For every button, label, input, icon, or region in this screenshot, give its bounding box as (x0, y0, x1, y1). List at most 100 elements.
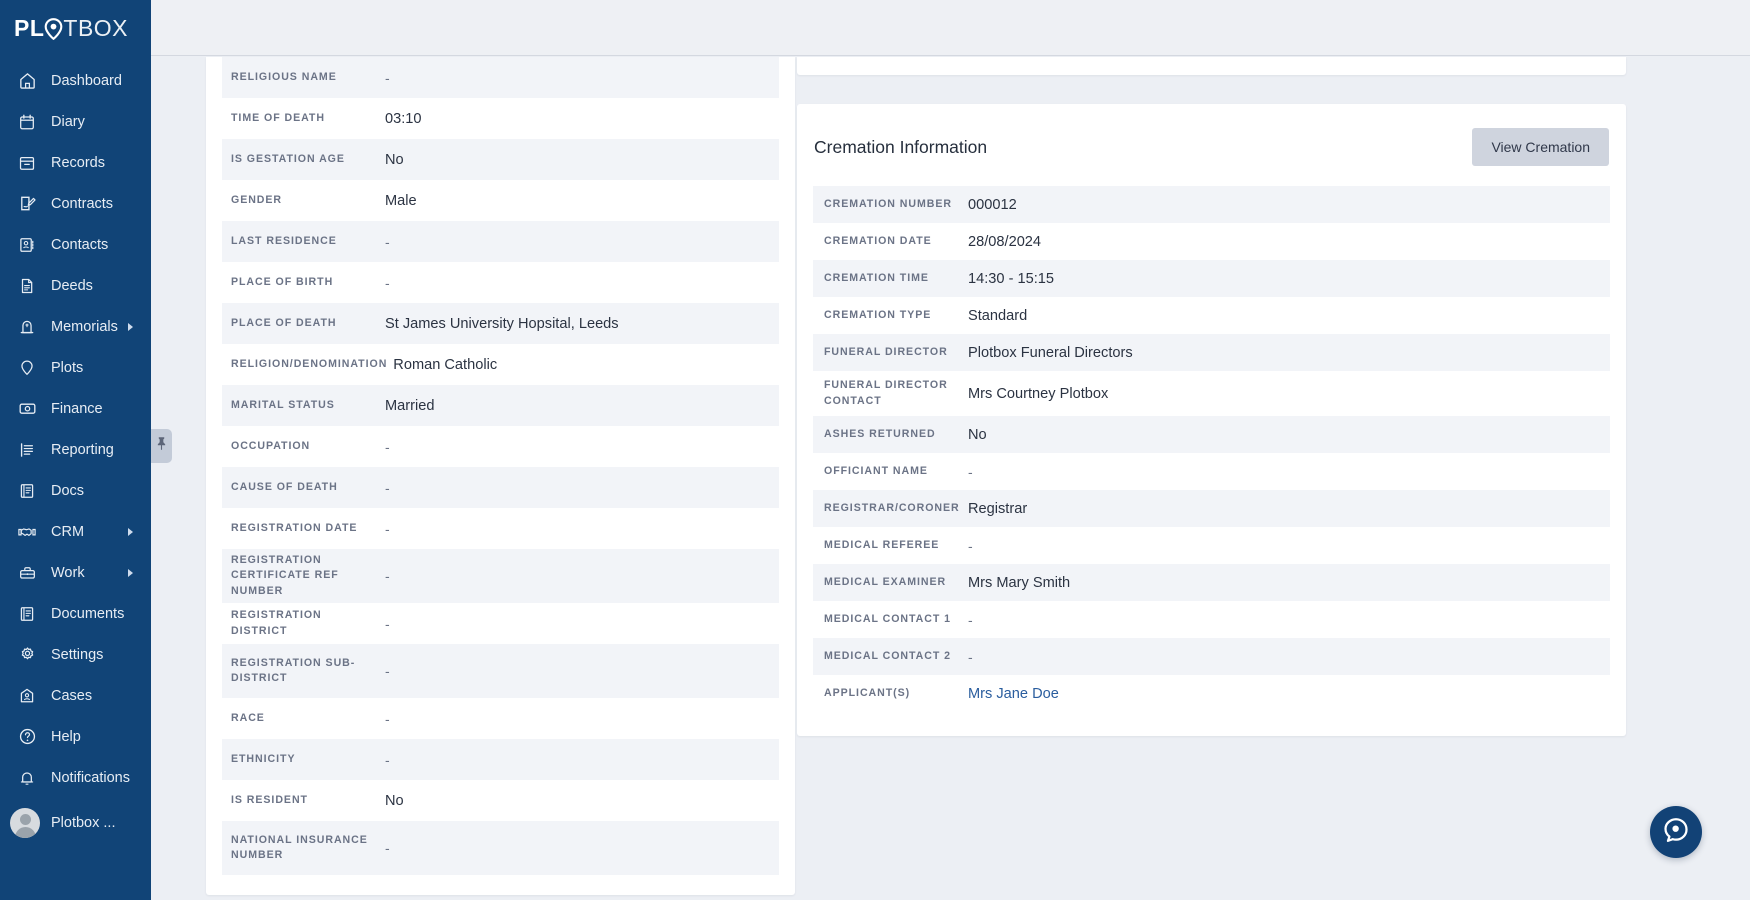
plotbox-logo[interactable]: PL TBOX (0, 0, 151, 56)
sidebar-item-memorials[interactable]: Memorials (0, 306, 151, 347)
calendar-icon (16, 111, 38, 133)
sidebar-item-label: CRM (51, 523, 85, 540)
detail-row-key: RELIGION/DENOMINATION (231, 357, 388, 370)
detail-row-key: CREMATION TYPE (824, 308, 932, 321)
detail-row-value: - (385, 233, 390, 250)
detail-row: APPLICANT(S) Mrs Jane Doe (813, 675, 1610, 712)
detail-row-value: - (385, 840, 390, 856)
home-icon (16, 70, 38, 92)
detail-row-key: REGISTRATION DISTRICT (231, 609, 322, 637)
location-pin-icon (44, 17, 63, 40)
chevron-right-icon (128, 527, 133, 536)
detail-row-value: - (968, 537, 973, 554)
sidebar-item-label: Work (51, 564, 85, 581)
sidebar-item-label: Records (51, 154, 105, 171)
detail-row: ASHES RETURNED No (813, 416, 1610, 453)
sidebar-item-records[interactable]: Records (0, 142, 151, 183)
detail-row-key: CREMATION NUMBER (824, 197, 952, 210)
sidebar-item-reporting[interactable]: Reporting (0, 429, 151, 470)
sidebar-item-label: Memorials (51, 318, 118, 335)
sidebar-item-contracts[interactable]: Contracts (0, 183, 151, 224)
detail-row: RELIGION/DENOMINATION Roman Catholic (222, 344, 779, 385)
sidebar-item-dashboard[interactable]: Dashboard (0, 60, 151, 101)
detail-row-key: RELIGIOUS NAME (231, 70, 337, 83)
sidebar-item-finance[interactable]: Finance (0, 388, 151, 429)
detail-row-value: - (385, 663, 390, 679)
book-icon (16, 480, 38, 502)
pin-icon (156, 436, 167, 456)
detail-row-key: GENDER (231, 193, 283, 206)
detail-row: MEDICAL REFEREE - (813, 527, 1610, 564)
detail-row: MEDICAL CONTACT 1 - (813, 601, 1610, 638)
detail-row-key: ETHNICITY (231, 752, 296, 765)
sidebar-item-crm[interactable]: CRM (0, 511, 151, 552)
detail-row: IS RESIDENT No (222, 780, 779, 821)
right-column: Cremation Information View Cremation CRE… (769, 57, 1750, 900)
archive-box-icon (16, 152, 38, 174)
detail-row-key: MEDICAL CONTACT 2 (824, 649, 951, 662)
partial-card-above (797, 57, 1626, 75)
detail-row-value: 03:10 (385, 110, 422, 127)
sidebar-item-plots[interactable]: Plots (0, 347, 151, 388)
detail-row: CREMATION DATE 28/08/2024 (813, 223, 1610, 260)
sidebar-item-cases[interactable]: Cases (0, 675, 151, 716)
detail-row: IS GESTATION AGE No (222, 139, 779, 180)
sidebar-user-profile[interactable]: Plotbox ... (0, 800, 151, 846)
sidebar-item-label: Contracts (51, 195, 114, 212)
detail-row: CREMATION NUMBER 000012 (813, 186, 1610, 223)
detail-row: MEDICAL CONTACT 2 - (813, 638, 1610, 675)
detail-row-key: FUNERAL DIRECTOR (824, 345, 948, 358)
address-book-icon (16, 234, 38, 256)
sidebar-user-label: Plotbox ... (51, 815, 116, 831)
sidebar-item-diary[interactable]: Diary (0, 101, 151, 142)
detail-row: PLACE OF BIRTH - (222, 262, 779, 303)
detail-row-key: FUNERAL DIRECTOR CONTACT (824, 379, 948, 407)
sidebar-item-label: Dashboard (51, 72, 122, 89)
detail-row: FUNERAL DIRECTOR Plotbox Funeral Director… (813, 334, 1610, 371)
document-icon (16, 275, 38, 297)
sidebar-item-label: Finance (51, 400, 103, 417)
left-column: RELIGIOUS NAME - TIME OF DEATH 03:10 IS GEST… (151, 57, 795, 900)
report-lines-icon (16, 439, 38, 461)
view-cremation-button[interactable]: View Cremation (1472, 128, 1609, 166)
headstone-icon (16, 316, 38, 338)
detail-row-value: No (385, 792, 404, 809)
page-top-strip (151, 0, 1750, 56)
sidebar-item-settings[interactable]: Settings (0, 634, 151, 675)
chevron-right-icon (128, 322, 133, 331)
sidebar-pin-toggle[interactable] (151, 429, 172, 463)
map-pin-icon (16, 357, 38, 379)
sidebar-item-label: Diary (51, 113, 85, 130)
sidebar-item-label: Plots (51, 359, 84, 376)
detail-row: NATIONAL INSURANCE NUMBER - (222, 821, 779, 875)
detail-row-value-link[interactable]: Mrs Jane Doe (968, 686, 1610, 702)
detail-row-value: - (385, 751, 390, 768)
detail-row-value: Roman Catholic (393, 356, 498, 373)
help-chat-fab[interactable] (1650, 806, 1702, 858)
sidebar-item-label: Documents (51, 605, 125, 622)
sidebar-item-notifications[interactable]: Notifications (0, 757, 151, 798)
detail-row-value: Registrar (968, 500, 1028, 517)
detail-row-value: - (968, 611, 973, 628)
toolbox-icon (16, 562, 38, 584)
detail-row-value: - (385, 615, 390, 632)
sidebar-item-label: Settings (51, 646, 104, 663)
detail-row: REGISTRATION DISTRICT - (222, 603, 779, 644)
detail-row-value: Mrs Courtney Plotbox (968, 385, 1109, 402)
sidebar-item-docs[interactable]: Docs (0, 470, 151, 511)
detail-row-key: MARITAL STATUS (231, 398, 335, 411)
detail-row: REGISTRATION SUB-DISTRICT - (222, 644, 779, 698)
sidebar-item-deeds[interactable]: Deeds (0, 265, 151, 306)
sidebar-item-documents[interactable]: Documents (0, 593, 151, 634)
deceased-details-card: RELIGIOUS NAME - TIME OF DEATH 03:10 IS GEST… (206, 57, 795, 895)
sidebar-item-help[interactable]: Help (0, 716, 151, 757)
detail-row-key: REGISTRATION CERTIFICATE REF NUMBER (231, 554, 339, 597)
sidebar-item-label: Help (51, 728, 81, 745)
detail-row-value: Mrs Mary Smith (968, 574, 1071, 591)
sidebar-item-work[interactable]: Work (0, 552, 151, 593)
contract-pen-icon (16, 193, 38, 215)
detail-row-value: - (385, 479, 390, 496)
detail-row-key: MEDICAL CONTACT 1 (824, 612, 951, 625)
sidebar-item-contacts[interactable]: Contacts (0, 224, 151, 265)
detail-row: MARITAL STATUS Married (222, 385, 779, 426)
